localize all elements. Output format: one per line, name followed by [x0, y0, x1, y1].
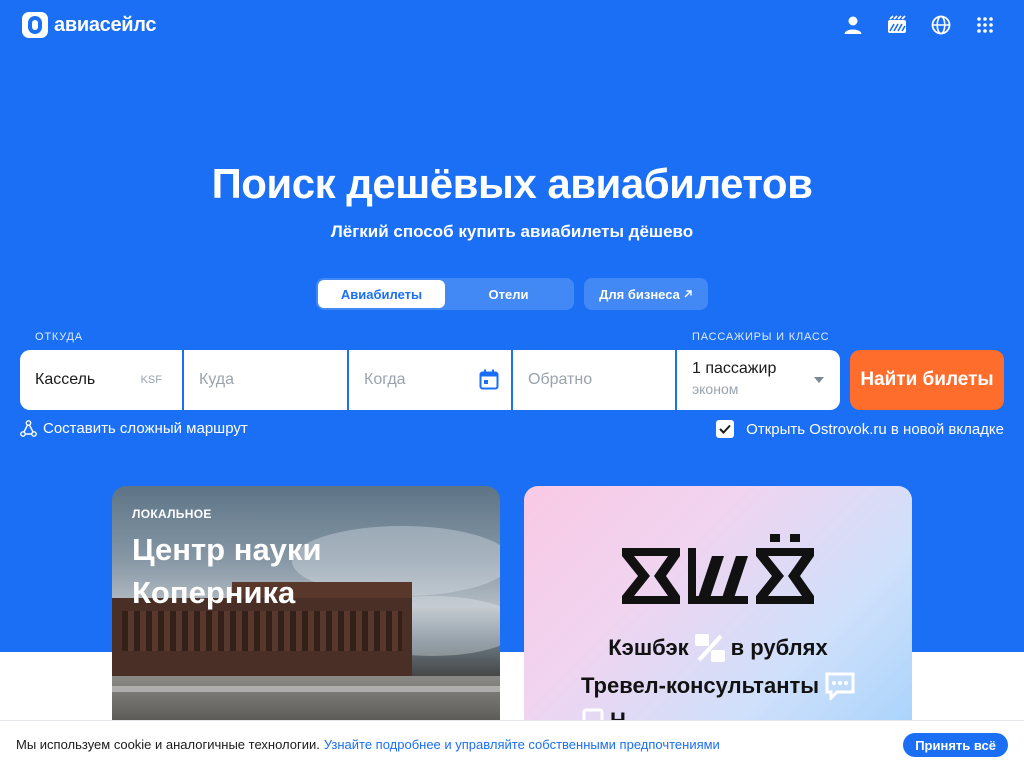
return-date-placeholder: Обратно: [528, 371, 593, 388]
cookie-preferences-link[interactable]: Узнайте подробнее и управляйте собственн…: [324, 737, 720, 752]
destination-placeholder: Куда: [199, 371, 235, 388]
ostrovok-checkbox[interactable]: [716, 420, 735, 438]
card-tag: ЛОКАЛЬНОЕ: [132, 507, 212, 521]
cashback-suffix: в рублях: [730, 635, 828, 660]
apps-grid-icon[interactable]: [974, 14, 996, 36]
page-title: Поиск дешёвых авиабилетов: [211, 160, 813, 207]
tab-hotels[interactable]: Отели: [445, 280, 572, 308]
promo-card-science-center[interactable]: ЛОКАЛЬНОЕ Центр науки Коперника: [112, 486, 500, 736]
page-subtitle: Лёгкий способ купить авиабилеты дёшево: [330, 222, 694, 241]
user-icon[interactable]: [842, 14, 864, 36]
passengers-value: 1 пассажир: [692, 360, 777, 377]
globe-icon[interactable]: [930, 14, 952, 36]
chat-icon: [825, 672, 855, 700]
route-icon: [20, 420, 37, 437]
search-type-tabs: Авиабилеты Отели: [316, 278, 574, 310]
class-value: эконом: [692, 381, 739, 397]
chevron-down-icon: [814, 377, 824, 383]
percent-icon: [694, 634, 725, 662]
passengers-select[interactable]: 1 пассажир эконом: [677, 350, 840, 410]
consultants-label: Тревел-консультанты: [580, 673, 820, 698]
passengers-label: ПАССАЖИРЫ И КЛАСС: [692, 331, 830, 343]
cashback-label: Кэшбэк: [608, 635, 689, 660]
origin-value: Кассель: [35, 371, 96, 388]
destination-field[interactable]: Куда: [184, 350, 347, 410]
promo-line-cashback: Кэшбэк в рублях: [524, 634, 912, 662]
railing-shape: [112, 686, 500, 692]
tab-flights[interactable]: Авиабилеты: [318, 280, 445, 308]
promo-line-consultants: Тревел-консультанты: [524, 672, 912, 700]
tickets-icon[interactable]: [886, 14, 908, 36]
external-arrow-icon: [684, 290, 692, 298]
card-title: Центр науки Коперника: [132, 532, 322, 610]
complex-route-link[interactable]: Составить сложный маршрут: [20, 420, 248, 437]
cookie-text: Мы используем cookie и аналогичные техно…: [16, 737, 320, 752]
logo-icon: [22, 12, 48, 38]
brand-logo: [622, 534, 814, 604]
search-form: Кассель KSF Куда Когда Обратно 1 пассажи…: [20, 350, 840, 410]
logo-text: авиасейлс: [54, 13, 157, 36]
search-button[interactable]: Найти билеты: [850, 350, 1004, 410]
return-date-field[interactable]: Обратно: [513, 350, 675, 410]
header-icons: [842, 14, 996, 36]
origin-field[interactable]: Кассель KSF: [20, 350, 182, 410]
accept-all-button[interactable]: Принять всё: [903, 733, 1008, 757]
depart-date-field[interactable]: Когда: [349, 350, 511, 410]
origin-code: KSF: [140, 374, 162, 386]
tab-business-label: Для бизнеса: [599, 286, 680, 302]
tab-business[interactable]: Для бизнеса: [584, 278, 708, 310]
building-windows-shape: [122, 611, 402, 651]
calendar-icon[interactable]: [479, 369, 499, 391]
depart-date-placeholder: Когда: [364, 371, 406, 388]
complex-route-label: Составить сложный маршрут: [43, 420, 248, 437]
ostrovok-option[interactable]: Открыть Ostrovok.ru в новой вкладке: [716, 420, 1004, 438]
logo[interactable]: авиасейлс: [22, 12, 157, 38]
promo-card-cashback[interactable]: Кэшбэк в рублях Тревел-консультанты Н: [524, 486, 912, 736]
cookie-banner: Мы используем cookie и аналогичные техно…: [0, 720, 1024, 768]
ostrovok-label: Открыть Ostrovok.ru в новой вкладке: [746, 420, 1004, 438]
check-icon: [719, 424, 731, 434]
from-label: ОТКУДА: [35, 331, 83, 343]
